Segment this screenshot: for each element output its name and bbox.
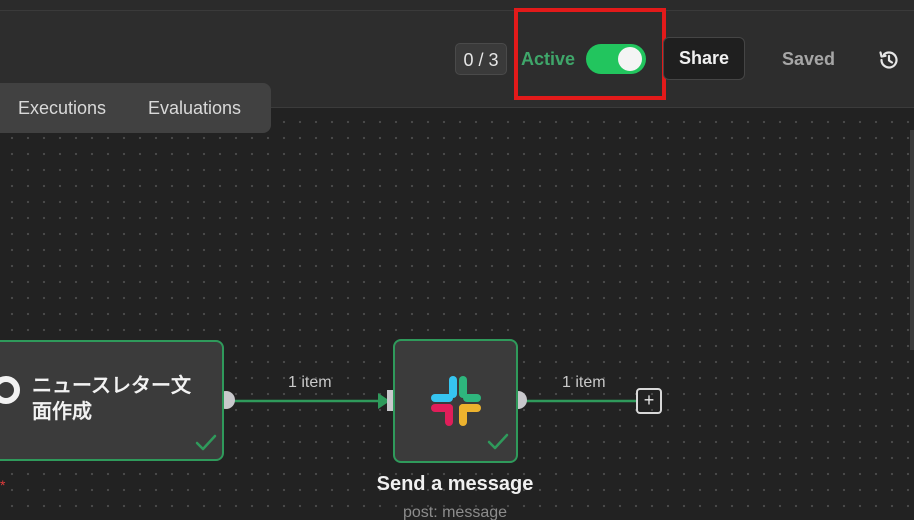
tab-bar: Executions Evaluations [0, 83, 271, 133]
version-counter[interactable]: 0 / 3 [455, 43, 507, 75]
active-toggle[interactable] [586, 44, 646, 74]
check-icon [195, 434, 217, 451]
add-node-button[interactable]: + [636, 388, 662, 414]
slack-icon [431, 376, 481, 426]
check-icon [487, 433, 509, 450]
ai-agent-icon [0, 376, 20, 404]
node-title: ニュースレター文面作成 [32, 375, 191, 423]
connection-label: 1 item [562, 374, 606, 391]
node-title: Send a message [376, 473, 534, 495]
required-marker: * [0, 477, 6, 493]
toggle-knob [618, 47, 642, 71]
plus-icon: + [643, 390, 655, 410]
active-label: Active [521, 49, 576, 69]
share-button[interactable]: Share [663, 37, 745, 80]
node-subtitle: post: message [402, 504, 508, 520]
history-icon[interactable] [877, 48, 901, 72]
workflow-editor: Executions Evaluations 0 / 3 Active Shar… [0, 0, 914, 520]
tab-evaluations[interactable]: Evaluations [148, 83, 241, 133]
tab-executions[interactable]: Executions [18, 83, 106, 133]
top-strip [0, 0, 914, 11]
right-panel-edge [910, 130, 914, 350]
connection-label: 1 item [288, 374, 332, 391]
saved-status: Saved [782, 49, 836, 69]
